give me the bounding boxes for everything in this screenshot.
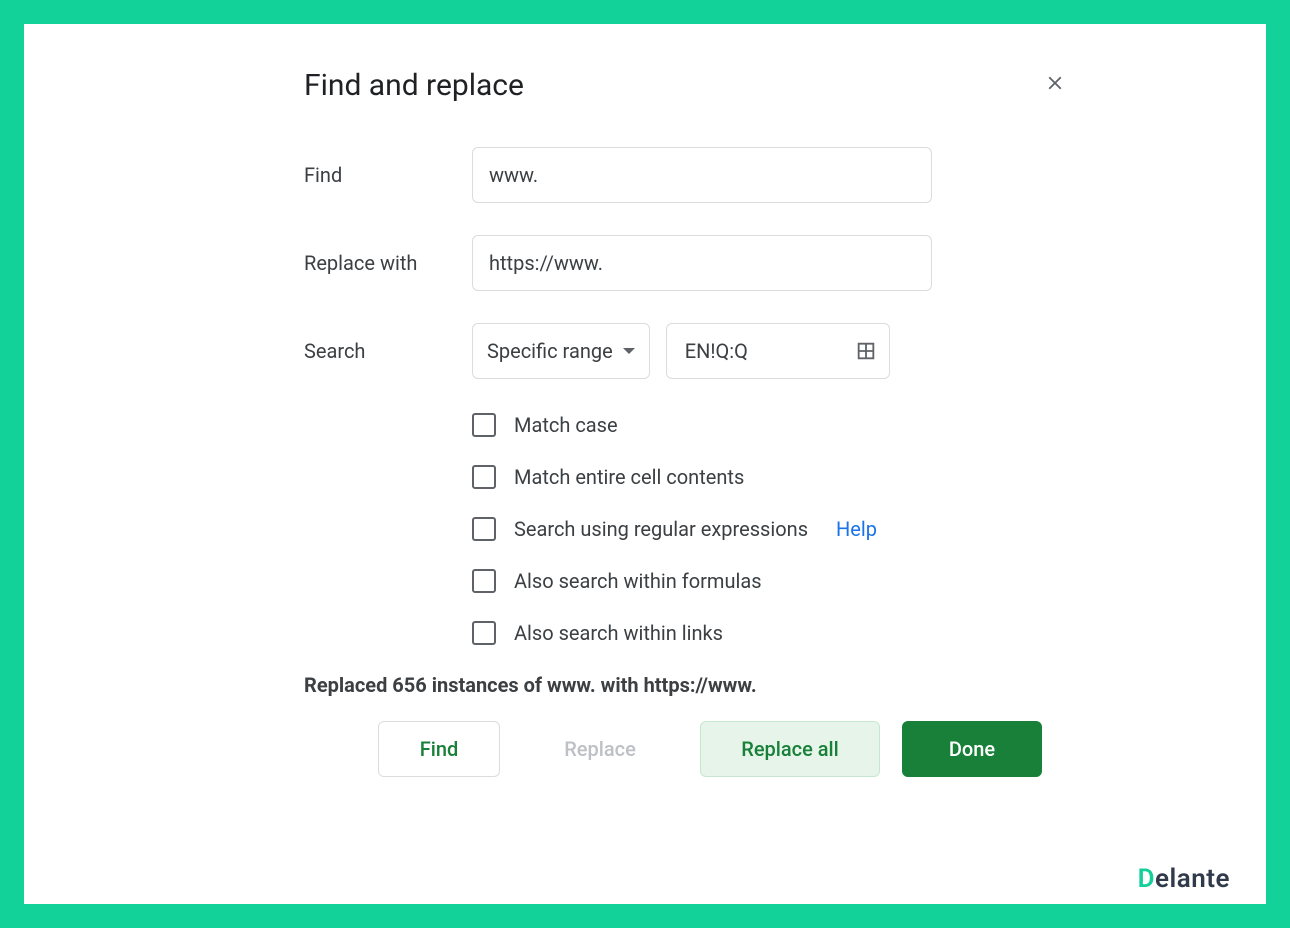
replace-input[interactable] — [472, 235, 932, 291]
links-checkbox[interactable] — [472, 621, 496, 645]
replace-all-button[interactable]: Replace all — [700, 721, 880, 777]
find-row: Find — [304, 147, 1104, 203]
find-input[interactable] — [472, 147, 932, 203]
dialog-header: Find and replace — [304, 68, 1104, 103]
brand-logo: Delante — [1138, 864, 1230, 894]
search-controls: Specific range — [472, 323, 890, 379]
dialog-title: Find and replace — [304, 68, 524, 103]
match-case-row: Match case — [472, 413, 1104, 437]
match-entire-checkbox[interactable] — [472, 465, 496, 489]
find-replace-dialog: Find and replace Find Replace with Searc… — [304, 68, 1104, 777]
replace-row: Replace with — [304, 235, 1104, 291]
dialog-panel: Find and replace Find Replace with Searc… — [24, 24, 1266, 904]
match-case-label: Match case — [514, 413, 618, 437]
search-row: Search Specific range — [304, 323, 1104, 379]
regex-help-link[interactable]: Help — [836, 517, 877, 541]
match-entire-label: Match entire cell contents — [514, 465, 744, 489]
close-icon[interactable] — [1040, 72, 1070, 100]
formulas-row: Also search within formulas — [472, 569, 1104, 593]
find-label: Find — [304, 163, 472, 187]
outer-frame: Find and replace Find Replace with Searc… — [0, 0, 1290, 928]
search-scope-value: Specific range — [487, 339, 613, 363]
formulas-checkbox[interactable] — [472, 569, 496, 593]
regex-checkbox[interactable] — [472, 517, 496, 541]
status-message: Replaced 656 instances of www. with http… — [304, 673, 1104, 697]
match-entire-row: Match entire cell contents — [472, 465, 1104, 489]
formulas-label: Also search within formulas — [514, 569, 762, 593]
brand-prefix: D — [1138, 864, 1155, 894]
regex-label: Search using regular expressions — [514, 517, 808, 541]
replace-label: Replace with — [304, 251, 472, 275]
regex-row: Search using regular expressions Help — [472, 517, 1104, 541]
search-scope-select[interactable]: Specific range — [472, 323, 650, 379]
match-case-checkbox[interactable] — [472, 413, 496, 437]
links-row: Also search within links — [472, 621, 1104, 645]
button-row: Find Replace Replace all Done — [378, 721, 1104, 777]
chevron-down-icon — [623, 348, 635, 354]
links-label: Also search within links — [514, 621, 723, 645]
done-button[interactable]: Done — [902, 721, 1042, 777]
range-input[interactable] — [683, 338, 855, 364]
options-group: Match case Match entire cell contents Se… — [472, 413, 1104, 645]
replace-button[interactable]: Replace — [522, 721, 678, 777]
search-label: Search — [304, 339, 472, 363]
range-input-box[interactable] — [666, 323, 890, 379]
find-button[interactable]: Find — [378, 721, 500, 777]
grid-icon[interactable] — [855, 340, 877, 362]
brand-rest: elante — [1155, 864, 1230, 894]
